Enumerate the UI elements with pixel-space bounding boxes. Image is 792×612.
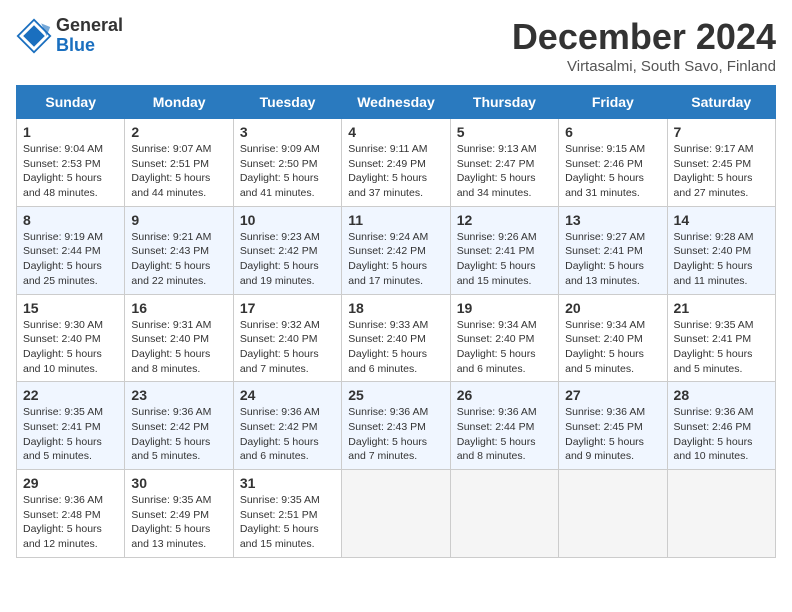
- day-13: 13 Sunrise: 9:27 AMSunset: 2:41 PMDaylig…: [559, 206, 667, 294]
- header-wednesday: Wednesday: [342, 86, 450, 119]
- header: General Blue December 2024 Virtasalmi, S…: [16, 16, 776, 75]
- day-18: 18 Sunrise: 9:33 AMSunset: 2:40 PMDaylig…: [342, 294, 450, 382]
- header-tuesday: Tuesday: [233, 86, 341, 119]
- day-14: 14 Sunrise: 9:28 AMSunset: 2:40 PMDaylig…: [667, 206, 775, 294]
- day-21: 21 Sunrise: 9:35 AMSunset: 2:41 PMDaylig…: [667, 294, 775, 382]
- logo-general-text: General: [56, 16, 123, 36]
- day-11: 11 Sunrise: 9:24 AMSunset: 2:42 PMDaylig…: [342, 206, 450, 294]
- day-16: 16 Sunrise: 9:31 AMSunset: 2:40 PMDaylig…: [125, 294, 233, 382]
- day-9: 9 Sunrise: 9:21 AMSunset: 2:43 PMDayligh…: [125, 206, 233, 294]
- header-thursday: Thursday: [450, 86, 558, 119]
- day-29: 29 Sunrise: 9:36 AMSunset: 2:48 PMDaylig…: [17, 470, 125, 558]
- header-friday: Friday: [559, 86, 667, 119]
- day-20: 20 Sunrise: 9:34 AMSunset: 2:40 PMDaylig…: [559, 294, 667, 382]
- empty-cell-2: [450, 470, 558, 558]
- empty-cell-1: [342, 470, 450, 558]
- empty-cell-3: [559, 470, 667, 558]
- day-28: 28 Sunrise: 9:36 AMSunset: 2:46 PMDaylig…: [667, 382, 775, 470]
- title-area: December 2024 Virtasalmi, South Savo, Fi…: [512, 16, 776, 75]
- week-row-5: 29 Sunrise: 9:36 AMSunset: 2:48 PMDaylig…: [17, 470, 776, 558]
- day-24: 24 Sunrise: 9:36 AMSunset: 2:42 PMDaylig…: [233, 382, 341, 470]
- day-25: 25 Sunrise: 9:36 AMSunset: 2:43 PMDaylig…: [342, 382, 450, 470]
- calendar-header-row: Sunday Monday Tuesday Wednesday Thursday…: [17, 86, 776, 119]
- location-subtitle: Virtasalmi, South Savo, Finland: [512, 58, 776, 75]
- week-row-2: 8 Sunrise: 9:19 AMSunset: 2:44 PMDayligh…: [17, 206, 776, 294]
- logo-text: General Blue: [56, 16, 123, 56]
- header-monday: Monday: [125, 86, 233, 119]
- week-row-3: 15 Sunrise: 9:30 AMSunset: 2:40 PMDaylig…: [17, 294, 776, 382]
- day-5: 5 Sunrise: 9:13 AMSunset: 2:47 PMDayligh…: [450, 119, 558, 207]
- logo: General Blue: [16, 16, 123, 56]
- day-17: 17 Sunrise: 9:32 AMSunset: 2:40 PMDaylig…: [233, 294, 341, 382]
- day-7: 7 Sunrise: 9:17 AMSunset: 2:45 PMDayligh…: [667, 119, 775, 207]
- day-27: 27 Sunrise: 9:36 AMSunset: 2:45 PMDaylig…: [559, 382, 667, 470]
- empty-cell-4: [667, 470, 775, 558]
- day-8: 8 Sunrise: 9:19 AMSunset: 2:44 PMDayligh…: [17, 206, 125, 294]
- day-2: 2 Sunrise: 9:07 AMSunset: 2:51 PMDayligh…: [125, 119, 233, 207]
- day-23: 23 Sunrise: 9:36 AMSunset: 2:42 PMDaylig…: [125, 382, 233, 470]
- day-4: 4 Sunrise: 9:11 AMSunset: 2:49 PMDayligh…: [342, 119, 450, 207]
- week-row-1: 1 Sunrise: 9:04 AMSunset: 2:53 PMDayligh…: [17, 119, 776, 207]
- day-15: 15 Sunrise: 9:30 AMSunset: 2:40 PMDaylig…: [17, 294, 125, 382]
- week-row-4: 22 Sunrise: 9:35 AMSunset: 2:41 PMDaylig…: [17, 382, 776, 470]
- calendar-table: Sunday Monday Tuesday Wednesday Thursday…: [16, 85, 776, 558]
- day-22: 22 Sunrise: 9:35 AMSunset: 2:41 PMDaylig…: [17, 382, 125, 470]
- month-title: December 2024: [512, 16, 776, 58]
- day-30: 30 Sunrise: 9:35 AMSunset: 2:49 PMDaylig…: [125, 470, 233, 558]
- day-12: 12 Sunrise: 9:26 AMSunset: 2:41 PMDaylig…: [450, 206, 558, 294]
- day-19: 19 Sunrise: 9:34 AMSunset: 2:40 PMDaylig…: [450, 294, 558, 382]
- header-saturday: Saturday: [667, 86, 775, 119]
- day-3: 3 Sunrise: 9:09 AMSunset: 2:50 PMDayligh…: [233, 119, 341, 207]
- day-6: 6 Sunrise: 9:15 AMSunset: 2:46 PMDayligh…: [559, 119, 667, 207]
- day-10: 10 Sunrise: 9:23 AMSunset: 2:42 PMDaylig…: [233, 206, 341, 294]
- day-26: 26 Sunrise: 9:36 AMSunset: 2:44 PMDaylig…: [450, 382, 558, 470]
- day-1: 1 Sunrise: 9:04 AMSunset: 2:53 PMDayligh…: [17, 119, 125, 207]
- header-sunday: Sunday: [17, 86, 125, 119]
- logo-blue-text: Blue: [56, 36, 123, 56]
- logo-icon: [16, 18, 52, 54]
- day-31: 31 Sunrise: 9:35 AMSunset: 2:51 PMDaylig…: [233, 470, 341, 558]
